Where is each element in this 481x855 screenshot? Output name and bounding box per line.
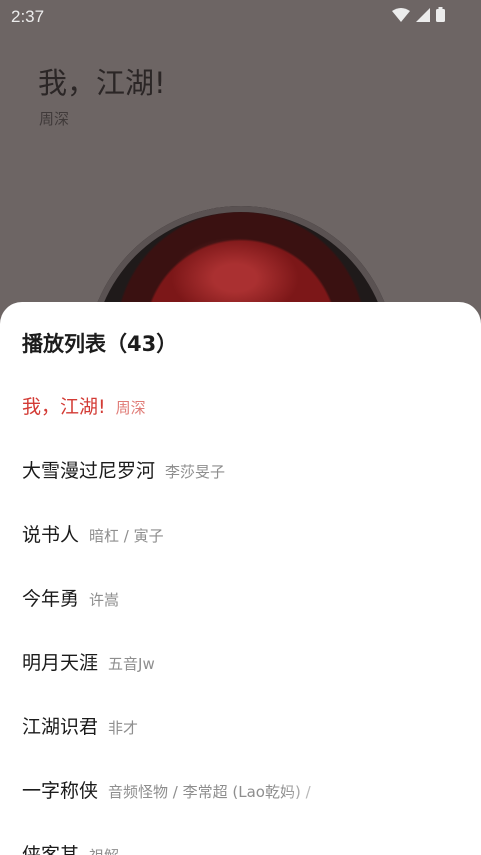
- track-artist: 祖解: [89, 845, 119, 855]
- status-time: 2:37: [11, 7, 45, 26]
- playlist-item[interactable]: 大雪漫过尼罗河 李莎旻子: [22, 456, 352, 496]
- playlist-item[interactable]: 江湖识君 非才: [22, 712, 352, 752]
- track-artist: 暗杠 / 寅子: [89, 527, 164, 545]
- track-artist: 五音Jw: [108, 655, 155, 673]
- track-name: 我，江湖!: [22, 396, 106, 418]
- track-name: 说书人: [22, 524, 80, 546]
- playlist-item[interactable]: 今年勇 许嵩: [22, 584, 352, 624]
- battery-icon: [436, 7, 445, 22]
- album-art-highlight: [160, 230, 310, 310]
- status-icons: [392, 7, 445, 22]
- track-artist: 许嵩: [89, 591, 120, 609]
- track-name: 江湖识君: [22, 716, 99, 738]
- track-name: 明月天涯: [22, 652, 99, 674]
- playlist-item[interactable]: 侠客其 祖解: [22, 840, 352, 855]
- track-name: 大雪漫过尼罗河: [22, 460, 156, 482]
- track-artist: 非才: [108, 719, 139, 737]
- status-bar: 2:37: [0, 0, 481, 34]
- now-playing-artist: 周深: [39, 110, 70, 128]
- wifi-icon: [392, 7, 410, 22]
- playlist-item[interactable]: 明月天涯 五音Jw: [22, 648, 352, 688]
- track-name: 一字称侠: [22, 780, 99, 802]
- playlist-count: （43）: [106, 332, 178, 356]
- playlist-item[interactable]: 我，江湖! 周深: [22, 392, 352, 432]
- track-artist: 周深: [115, 399, 146, 417]
- track-name: 侠客其: [22, 844, 80, 855]
- signal-icon: [416, 7, 430, 22]
- playlist-title: 播放列表: [22, 332, 106, 356]
- playlist-header: 播放列表（43）: [22, 328, 177, 360]
- track-artist: 音频怪物 / 李常超 (Lao乾妈) /: [108, 783, 311, 801]
- track-name: 今年勇: [22, 588, 80, 610]
- playlist-item[interactable]: 说书人 暗杠 / 寅子: [22, 520, 352, 560]
- playlist-sheet: 播放列表（43） 我，江湖! 周深 大雪漫过尼罗河 李莎旻子 说书人 暗杠 / …: [0, 302, 481, 855]
- playlist-item[interactable]: 一字称侠 音频怪物 / 李常超 (Lao乾妈) /: [22, 776, 352, 816]
- now-playing-title: 我，江湖!: [38, 66, 166, 100]
- track-artist: 李莎旻子: [165, 463, 226, 481]
- text-fade: [282, 776, 352, 806]
